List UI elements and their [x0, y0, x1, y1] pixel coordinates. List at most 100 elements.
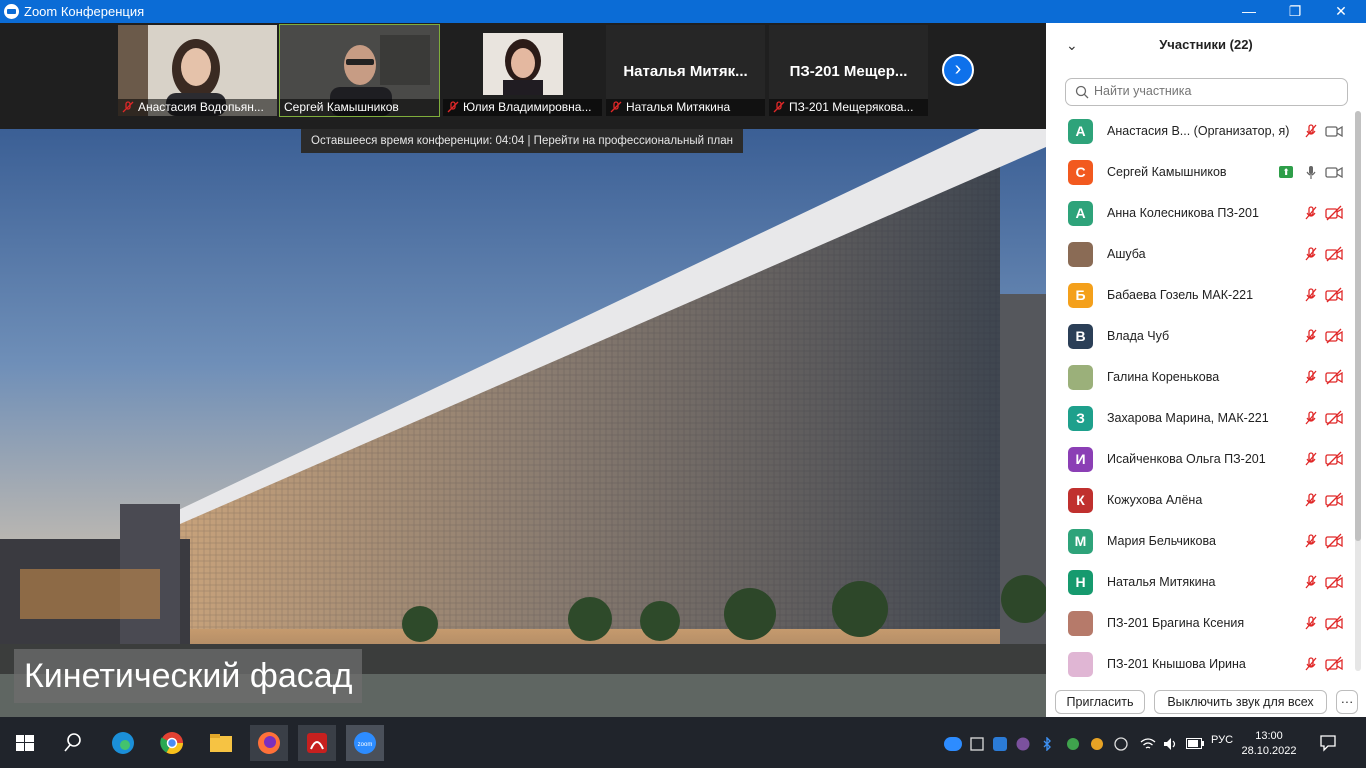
- video-off-icon[interactable]: [1325, 656, 1343, 672]
- participant-row[interactable]: Б Бабаева Гозель МАК-221: [1046, 275, 1352, 316]
- settings-tray-icon[interactable]: [1114, 737, 1128, 751]
- video-off-icon[interactable]: [1325, 533, 1343, 549]
- chevron-right-icon: ›: [954, 58, 962, 80]
- participant-name: Влада Чуб: [1107, 329, 1170, 343]
- mic-muted-icon[interactable]: [1303, 123, 1319, 139]
- participant-row[interactable]: З Захарова Марина, МАК-221: [1046, 398, 1352, 439]
- tile-name: Наталья Митяк...: [623, 63, 748, 80]
- file-explorer-icon[interactable]: [202, 725, 240, 761]
- close-button[interactable]: ✕: [1318, 0, 1364, 23]
- windows-start-icon[interactable]: [6, 725, 44, 761]
- vk-tray-icon[interactable]: [993, 737, 1007, 751]
- mic-muted-icon[interactable]: [1303, 328, 1319, 344]
- participant-row[interactable]: И Исайченкова Ольга ПЗ-201: [1046, 439, 1352, 480]
- participant-row[interactable]: ПЗ-201 Кнышова Ирина: [1046, 644, 1352, 683]
- mic-muted-icon[interactable]: [1303, 369, 1319, 385]
- tile-label: Сергей Камышников: [280, 99, 439, 116]
- chrome-browser-icon[interactable]: [153, 725, 191, 761]
- avatar: С: [1068, 160, 1093, 185]
- time-remaining-tooltip[interactable]: Оставшееся время конференции: 04:04 | Пе…: [301, 129, 743, 153]
- zoom-app-taskbar-icon[interactable]: zoom: [346, 725, 384, 761]
- participant-row[interactable]: А Анна Колесникова ПЗ-201: [1046, 193, 1352, 234]
- tile-label: Наталья Митякина: [606, 99, 765, 116]
- maximize-button[interactable]: ❐: [1272, 0, 1318, 23]
- video-off-icon[interactable]: [1325, 246, 1343, 262]
- mute-all-button[interactable]: Выключить звук для всех: [1154, 690, 1327, 714]
- search-input[interactable]: [1092, 83, 1336, 99]
- mic-muted-icon[interactable]: [1303, 574, 1319, 590]
- participant-list-scrollbar[interactable]: [1355, 111, 1361, 671]
- app-tray-icon[interactable]: [1090, 737, 1104, 751]
- participant-row[interactable]: Н Наталья Митякина: [1046, 562, 1352, 603]
- battery-icon[interactable]: [1186, 738, 1204, 749]
- minimize-button[interactable]: —: [1226, 0, 1272, 23]
- screen-share-icon: ⬆: [1279, 166, 1293, 178]
- more-options-button[interactable]: ···: [1336, 690, 1358, 714]
- scrollbar-thumb[interactable]: [1355, 111, 1361, 541]
- video-tile-2[interactable]: Сергей Камышников: [279, 24, 440, 117]
- mic-muted-icon[interactable]: [1303, 410, 1319, 426]
- viber-tray-icon[interactable]: [1016, 737, 1030, 751]
- video-off-icon[interactable]: [1325, 205, 1343, 221]
- participant-row[interactable]: ПЗ-201 Брагина Ксения: [1046, 603, 1352, 644]
- participant-name: Кожухова Алёна: [1107, 493, 1203, 507]
- edge-browser-icon[interactable]: [104, 725, 142, 761]
- clock[interactable]: 13:00 28.10.2022: [1240, 729, 1298, 759]
- language-indicator[interactable]: РУС: [1211, 734, 1233, 746]
- wifi-icon[interactable]: [1140, 737, 1156, 751]
- pdf-reader-icon[interactable]: [298, 725, 336, 761]
- video-tile-3[interactable]: Юлия Владимировна...: [443, 25, 602, 116]
- video-strip: Анастасия Водопьян... Сергей Камышников …: [0, 23, 1046, 129]
- search-icon[interactable]: [54, 725, 92, 761]
- video-off-icon[interactable]: [1325, 328, 1343, 344]
- mic-icon[interactable]: [1303, 164, 1319, 180]
- video-off-icon[interactable]: [1325, 492, 1343, 508]
- mic-muted-icon[interactable]: [1303, 656, 1319, 672]
- zoom-tray-icon[interactable]: [944, 737, 962, 751]
- mic-muted-icon[interactable]: [1303, 533, 1319, 549]
- video-off-icon[interactable]: [1325, 287, 1343, 303]
- next-page-button[interactable]: ›: [942, 54, 974, 86]
- notifications-icon[interactable]: [1319, 734, 1337, 752]
- video-off-icon[interactable]: [1325, 574, 1343, 590]
- participant-row[interactable]: М Мария Бельчикова: [1046, 521, 1352, 562]
- mic-muted-icon: [447, 101, 459, 113]
- mic-muted-icon[interactable]: [1303, 492, 1319, 508]
- participant-row[interactable]: Ашуба: [1046, 234, 1352, 275]
- participant-name: Захарова Марина, МАК-221: [1107, 411, 1269, 425]
- mic-muted-icon[interactable]: [1303, 615, 1319, 631]
- video-icon[interactable]: [1325, 123, 1343, 139]
- network-tray-icon[interactable]: [970, 737, 984, 751]
- shared-screen: Кинетический фасад: [0, 129, 1046, 717]
- bluetooth-icon[interactable]: [1040, 737, 1054, 751]
- mic-muted-icon[interactable]: [1303, 451, 1319, 467]
- video-tile-1[interactable]: Анастасия Водопьян...: [118, 25, 277, 116]
- invite-button[interactable]: Пригласить: [1055, 690, 1145, 714]
- participant-name: Бабаева Гозель МАК-221: [1107, 288, 1254, 302]
- search-box[interactable]: [1065, 78, 1348, 106]
- search-icon: [1075, 85, 1089, 99]
- participant-name: Ашуба: [1107, 247, 1146, 261]
- title-bar: Zoom Конференция — ❐ ✕: [0, 0, 1366, 23]
- video-off-icon[interactable]: [1325, 615, 1343, 631]
- video-off-icon[interactable]: [1325, 410, 1343, 426]
- participant-row[interactable]: С Сергей Камышников ⬆: [1046, 152, 1352, 193]
- video-icon[interactable]: [1325, 164, 1343, 180]
- volume-icon[interactable]: [1163, 737, 1179, 751]
- video-off-icon[interactable]: [1325, 451, 1343, 467]
- mic-muted-icon[interactable]: [1303, 246, 1319, 262]
- participant-row[interactable]: Галина Коренькова: [1046, 357, 1352, 398]
- video-tile-4[interactable]: Наталья Митяк... Наталья Митякина: [606, 25, 765, 116]
- participant-row[interactable]: К Кожухова Алёна: [1046, 480, 1352, 521]
- participant-list: А Анастасия В... (Организатор, я) С Сергей …: [1046, 111, 1352, 683]
- mic-muted-icon[interactable]: [1303, 287, 1319, 303]
- participant-row[interactable]: А Анастасия В... (Организатор, я): [1046, 111, 1352, 152]
- mic-muted-icon: [773, 101, 785, 113]
- sync-tray-icon[interactable]: [1066, 737, 1080, 751]
- video-tile-5[interactable]: ПЗ-201 Мещер... ПЗ-201 Мещерякова...: [769, 25, 928, 116]
- participant-row[interactable]: В Влада Чуб: [1046, 316, 1352, 357]
- mic-muted-icon[interactable]: [1303, 205, 1319, 221]
- video-off-icon[interactable]: [1325, 369, 1343, 385]
- avatar: А: [1068, 119, 1093, 144]
- firefox-browser-icon[interactable]: [250, 725, 288, 761]
